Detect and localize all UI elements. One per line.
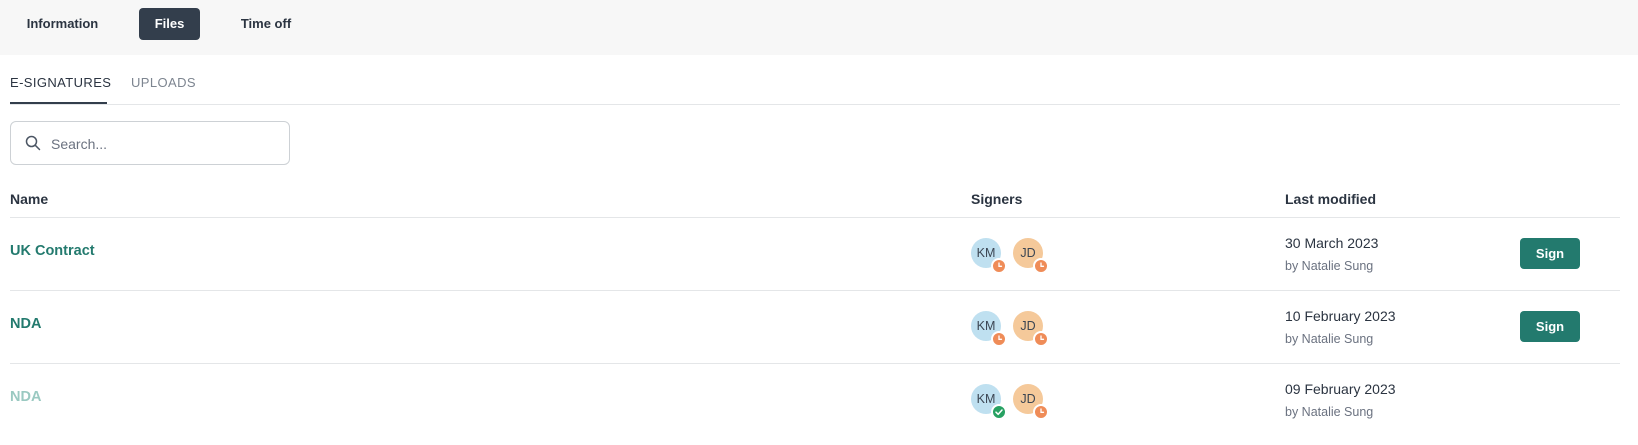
modified-date: 30 March 2023 (1285, 235, 1379, 251)
tab-files[interactable]: Files (139, 8, 200, 40)
subtab-e-signatures[interactable]: E-SIGNATURES (10, 75, 111, 90)
subtab-divider (10, 104, 1620, 105)
search-input[interactable] (51, 132, 271, 156)
modified-date: 10 February 2023 (1285, 308, 1396, 324)
avatar: KM (971, 311, 1007, 347)
avatar: KM (971, 384, 1007, 420)
avatar-initials: JD (1020, 246, 1036, 260)
column-header-last-modified: Last modified (1285, 191, 1377, 207)
pending-clock-icon (1033, 258, 1049, 274)
avatar: JD (1013, 238, 1049, 274)
signed-check-icon (991, 404, 1007, 420)
document-name-link[interactable]: NDA (10, 316, 41, 332)
modified-by: by Natalie Sung (1285, 259, 1374, 273)
avatar-initials: KM (976, 392, 996, 406)
modified-by: by Natalie Sung (1285, 405, 1374, 419)
pending-clock-icon (1033, 331, 1049, 347)
avatar-initials: KM (976, 246, 996, 260)
table-row: NDA KM JD 09 February 2023 by Natalie Su… (0, 364, 1638, 436)
modified-date: 09 February 2023 (1285, 381, 1396, 397)
sign-button[interactable]: Sign (1520, 311, 1580, 342)
pending-clock-icon (1033, 404, 1049, 420)
document-name-link[interactable]: NDA (10, 389, 41, 405)
avatar-initials: JD (1020, 319, 1036, 333)
column-header-name: Name (10, 191, 49, 207)
pending-clock-icon (991, 258, 1007, 274)
sign-button[interactable]: Sign (1520, 238, 1580, 269)
avatar-initials: JD (1020, 392, 1036, 406)
top-tab-bar: Information Files Time off (0, 0, 1638, 55)
search-box[interactable] (10, 121, 290, 165)
tab-time-off[interactable]: Time off (225, 8, 307, 40)
avatar: JD (1013, 384, 1049, 420)
table-row: NDA KM JD 10 February 2023 by Natalie Su… (0, 291, 1638, 363)
avatar: JD (1013, 311, 1049, 347)
document-name-link[interactable]: UK Contract (10, 243, 95, 259)
column-header-signers: Signers (971, 191, 1023, 207)
avatar: KM (971, 238, 1007, 274)
table-row: UK Contract KM JD 30 March 2023 by Natal… (0, 218, 1638, 290)
tab-information[interactable]: Information (10, 8, 115, 40)
pending-clock-icon (991, 331, 1007, 347)
avatar-initials: KM (976, 319, 996, 333)
modified-by: by Natalie Sung (1285, 332, 1374, 346)
subtab-uploads[interactable]: UPLOADS (131, 75, 196, 90)
